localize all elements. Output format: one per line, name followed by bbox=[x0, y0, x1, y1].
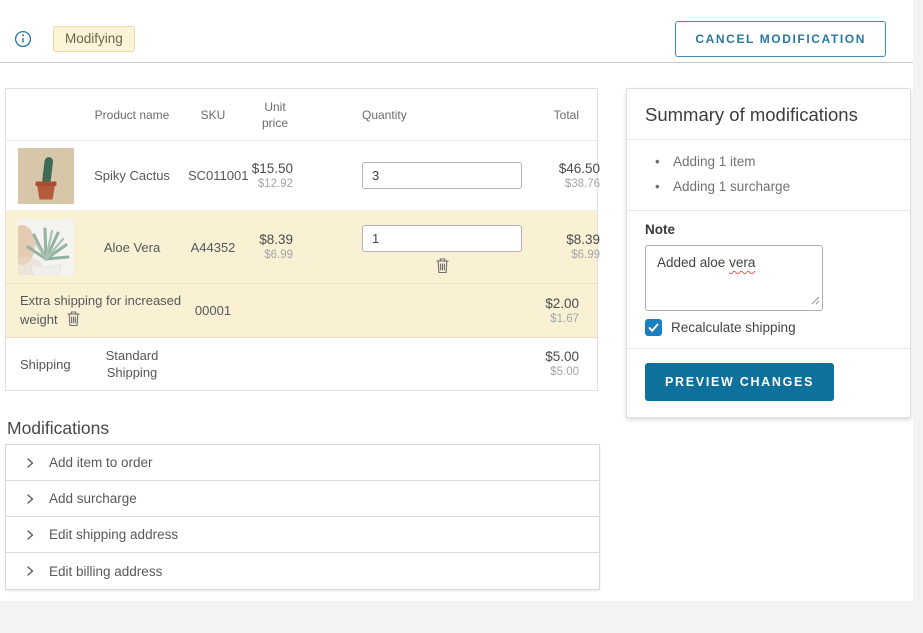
thumbnail-cell bbox=[6, 219, 76, 275]
unit-price-cell: $8.39 $6.99 bbox=[238, 231, 298, 263]
accordion-label: Add surcharge bbox=[49, 491, 137, 506]
table-row-surcharge: Extra shipping for increased weight 0000… bbox=[6, 284, 597, 338]
product-name: Spiky Cactus bbox=[76, 167, 188, 184]
product-sku: SC011001 bbox=[188, 168, 238, 183]
accordion-add-item-to-order[interactable]: Add item to order bbox=[6, 445, 599, 481]
thumbnail-cell bbox=[6, 148, 76, 204]
panel-actions: PREVIEW CHANGES bbox=[627, 349, 910, 417]
product-sku: A44352 bbox=[188, 240, 238, 255]
modifications-heading: Modifications bbox=[7, 418, 109, 439]
table-header-row: Product name SKU Unit price Quantity Tot… bbox=[6, 89, 597, 141]
total-price: $2.00 bbox=[501, 295, 579, 312]
header-sku: SKU bbox=[188, 108, 238, 122]
accordion-add-surcharge[interactable]: Add surcharge bbox=[6, 481, 599, 517]
note-text: Added aloe bbox=[657, 255, 725, 270]
note-misspelled-word: vera bbox=[729, 255, 755, 270]
note-label: Note bbox=[645, 222, 892, 237]
recalculate-shipping-row: Recalculate shipping bbox=[645, 319, 892, 336]
total-price: $46.50 bbox=[522, 160, 600, 177]
order-modification-page: Modifying CANCEL MODIFICATION Product na… bbox=[0, 0, 913, 601]
total-cell: $8.39 $6.99 bbox=[522, 231, 618, 263]
shipping-label: Shipping bbox=[6, 357, 76, 372]
accordion-label: Edit billing address bbox=[49, 564, 162, 579]
quantity-input[interactable] bbox=[362, 162, 522, 189]
header-unit-price: Unit price bbox=[238, 99, 298, 131]
surcharge-sku: 00001 bbox=[188, 303, 238, 318]
cactus-photo bbox=[18, 148, 74, 204]
accordion-edit-billing-address[interactable]: Edit billing address bbox=[6, 553, 599, 589]
product-name: Aloe Vera bbox=[76, 239, 188, 256]
chevron-right-icon bbox=[26, 565, 35, 577]
unit-price: $8.39 bbox=[238, 231, 293, 248]
unit-price-secondary: $12.92 bbox=[238, 177, 293, 192]
status-badge: Modifying bbox=[53, 26, 135, 52]
quantity-cell bbox=[298, 211, 522, 274]
total-cell: $5.00 $5.00 bbox=[501, 348, 597, 380]
info-icon[interactable] bbox=[14, 30, 32, 48]
chevron-right-icon bbox=[26, 529, 35, 541]
table-row-shipping: Shipping Standard Shipping $5.00 $5.00 bbox=[6, 338, 597, 390]
total-price-secondary: $6.99 bbox=[522, 248, 600, 263]
summary-item: Adding 1 item bbox=[645, 152, 892, 171]
header-product-name: Product name bbox=[76, 108, 188, 122]
total-price-secondary: $38.76 bbox=[522, 177, 600, 192]
header-total: Total bbox=[501, 108, 597, 122]
chevron-right-icon bbox=[26, 457, 35, 469]
table-row-aloe-vera: Aloe Vera A44352 $8.39 $6.99 bbox=[6, 211, 597, 284]
unit-price-secondary: $6.99 bbox=[238, 248, 293, 263]
unit-price-cell: $15.50 $12.92 bbox=[238, 160, 298, 192]
accordion-edit-shipping-address[interactable]: Edit shipping address bbox=[6, 517, 599, 553]
aloe-photo bbox=[18, 219, 74, 275]
surcharge-label: Extra shipping for increased weight bbox=[6, 292, 188, 329]
total-cell: $46.50 $38.76 bbox=[522, 160, 618, 192]
total-price: $5.00 bbox=[501, 348, 579, 365]
modifications-accordion: Add item to order Add surcharge Edit shi… bbox=[5, 444, 600, 590]
total-price-secondary: $1.67 bbox=[501, 312, 579, 327]
trash-icon[interactable] bbox=[66, 310, 81, 327]
summary-title: Summary of modifications bbox=[627, 89, 910, 140]
total-cell: $2.00 $1.67 bbox=[501, 295, 597, 327]
recalculate-shipping-label: Recalculate shipping bbox=[671, 320, 796, 335]
shipping-method: Standard Shipping bbox=[76, 347, 188, 381]
summary-items: Adding 1 item Adding 1 surcharge bbox=[627, 140, 910, 211]
summary-item: Adding 1 surcharge bbox=[645, 177, 892, 196]
accordion-label: Add item to order bbox=[49, 455, 153, 470]
header-quantity: Quantity bbox=[298, 108, 501, 122]
order-items-table: Product name SKU Unit price Quantity Tot… bbox=[5, 88, 598, 391]
accordion-label: Edit shipping address bbox=[49, 527, 178, 542]
recalculate-shipping-checkbox[interactable] bbox=[645, 319, 662, 336]
table-row-spiky-cactus: Spiky Cactus SC011001 $15.50 $12.92 $46.… bbox=[6, 141, 597, 211]
unit-price: $15.50 bbox=[238, 160, 293, 177]
cancel-modification-button[interactable]: CANCEL MODIFICATION bbox=[675, 21, 886, 57]
topbar: Modifying CANCEL MODIFICATION bbox=[0, 0, 913, 63]
note-section: Note Added aloe vera Recalculate shi bbox=[627, 211, 910, 349]
quantity-cell bbox=[298, 162, 522, 189]
quantity-input[interactable] bbox=[362, 225, 522, 252]
total-price: $8.39 bbox=[522, 231, 600, 248]
summary-panel: Summary of modifications Adding 1 item A… bbox=[626, 88, 911, 418]
total-price-secondary: $5.00 bbox=[501, 365, 579, 380]
note-textarea[interactable]: Added aloe vera bbox=[645, 245, 823, 311]
chevron-right-icon bbox=[26, 493, 35, 505]
trash-icon[interactable] bbox=[435, 257, 450, 274]
preview-changes-button[interactable]: PREVIEW CHANGES bbox=[645, 363, 834, 401]
resize-handle-icon[interactable] bbox=[811, 293, 820, 308]
